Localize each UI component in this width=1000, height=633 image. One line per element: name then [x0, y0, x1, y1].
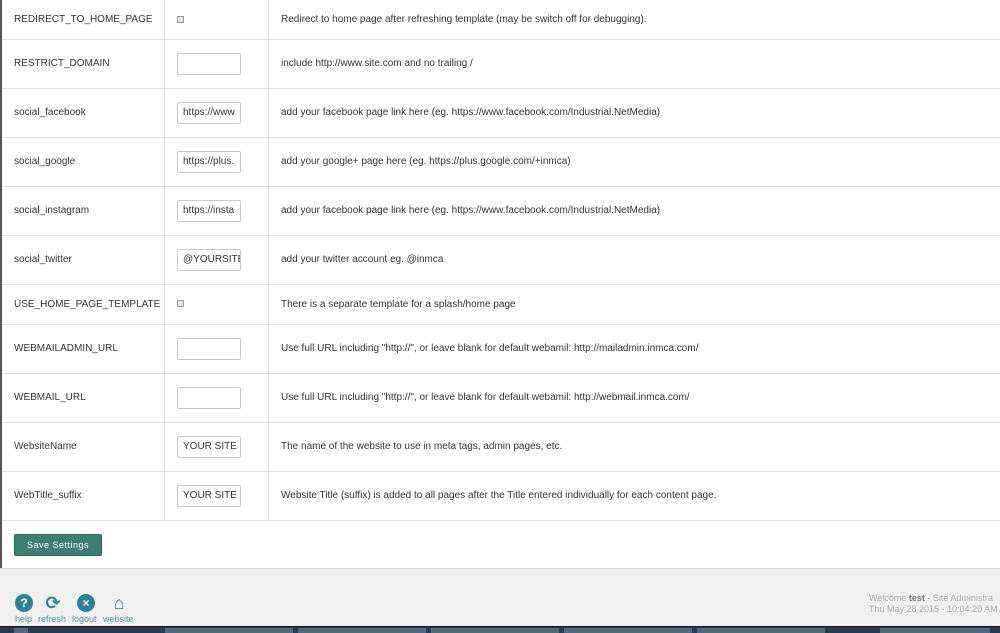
- website-link[interactable]: website: [103, 614, 134, 624]
- taskbar-item[interactable]: [564, 628, 692, 633]
- table-row: social_instagram add your facebook page …: [2, 186, 1000, 235]
- question-icon[interactable]: ?: [15, 594, 33, 612]
- table-row: social_google add your google+ page here…: [2, 137, 1000, 186]
- taskbar-item[interactable]: [431, 628, 559, 633]
- setting-key: USE_HOME_PAGE_TEMPLATE: [2, 284, 165, 324]
- setting-key: REDIRECT_TO_HOME_PAGE: [2, 0, 165, 39]
- taskbar-item[interactable]: [298, 628, 426, 633]
- taskbar-item[interactable]: [165, 628, 293, 633]
- setting-description: Use full URL including "http://", or lea…: [269, 373, 1000, 422]
- save-settings-button[interactable]: Save Settings: [14, 534, 102, 556]
- table-row: REDIRECT_TO_HOME_PAGE Redirect to home p…: [2, 0, 1000, 39]
- setting-description: Redirect to home page after refreshing t…: [269, 0, 1000, 39]
- setting-input[interactable]: [177, 436, 241, 458]
- setting-input[interactable]: [177, 53, 241, 75]
- help-link[interactable]: help: [15, 614, 32, 624]
- setting-key: social_twitter: [2, 235, 165, 284]
- refresh-link[interactable]: refresh: [38, 614, 66, 624]
- setting-description: Use full URL including "http://", or lea…: [269, 324, 1000, 373]
- logout-link[interactable]: logout: [72, 614, 97, 624]
- setting-key: WEBMAILADMIN_URL: [2, 324, 165, 373]
- username: test: [909, 593, 925, 603]
- footer-bar: ? help ⟳ refresh × logout ⌂ website Welc…: [0, 568, 1000, 627]
- setting-key: social_instagram: [2, 186, 165, 235]
- table-row: WEBMAIL_URL Use full URL including "http…: [2, 373, 1000, 422]
- datetime-text: Thu May 28 2015 - 10:04:20 AM: [869, 604, 998, 614]
- table-row: RESTRICT_DOMAIN include http://www.site.…: [2, 39, 1000, 88]
- settings-table: REDIRECT_TO_HOME_PAGE Redirect to home p…: [2, 0, 1000, 521]
- setting-key: social_facebook: [2, 88, 165, 137]
- setting-input[interactable]: [177, 151, 241, 173]
- setting-key: WEBMAIL_URL: [2, 373, 165, 422]
- setting-description: There is a separate template for a splas…: [269, 284, 1000, 324]
- checkbox[interactable]: [177, 16, 184, 23]
- setting-description: add your google+ page here (eg. https://…: [269, 137, 1000, 186]
- setting-input[interactable]: [177, 102, 241, 124]
- refresh-icon[interactable]: ⟳: [44, 594, 62, 612]
- setting-description: include http://www.site.com and no trail…: [269, 39, 1000, 88]
- table-row: USE_HOME_PAGE_TEMPLATE There is a separa…: [2, 284, 1000, 324]
- setting-key: RESTRICT_DOMAIN: [2, 39, 165, 88]
- setting-input[interactable]: [177, 387, 241, 409]
- setting-key: WebTitle_suffix: [2, 471, 165, 520]
- system-tray[interactable]: [880, 628, 990, 633]
- setting-input[interactable]: [177, 249, 241, 271]
- setting-description: add your facebook page link here (eg. ht…: [269, 88, 1000, 137]
- welcome-text: Welcome test - Site Administra: [869, 593, 993, 603]
- setting-description: add your facebook page link here (eg. ht…: [269, 186, 1000, 235]
- setting-input[interactable]: [177, 338, 241, 360]
- table-row: social_twitter add your twitter account …: [2, 235, 1000, 284]
- setting-input[interactable]: [177, 200, 241, 222]
- table-row: WEBMAILADMIN_URL Use full URL including …: [2, 324, 1000, 373]
- checkbox[interactable]: [177, 300, 184, 307]
- taskbar-item[interactable]: [697, 628, 825, 633]
- taskbar-item[interactable]: [14, 628, 28, 633]
- table-row: WebTitle_suffix Website Title (suffix) i…: [2, 471, 1000, 520]
- setting-key: social_google: [2, 137, 165, 186]
- setting-key: WebsiteName: [2, 422, 165, 471]
- table-row: social_facebook add your facebook page l…: [2, 88, 1000, 137]
- table-row: WebsiteName The name of the website to u…: [2, 422, 1000, 471]
- setting-description: Website Title (suffix) is added to all p…: [269, 471, 1000, 520]
- home-icon[interactable]: ⌂: [110, 594, 128, 612]
- setting-input[interactable]: [177, 485, 241, 507]
- close-circle-icon[interactable]: ×: [77, 594, 95, 612]
- setting-description: The name of the website to use in meta t…: [269, 422, 1000, 471]
- setting-description: add your twitter account eg. @inmca: [269, 235, 1000, 284]
